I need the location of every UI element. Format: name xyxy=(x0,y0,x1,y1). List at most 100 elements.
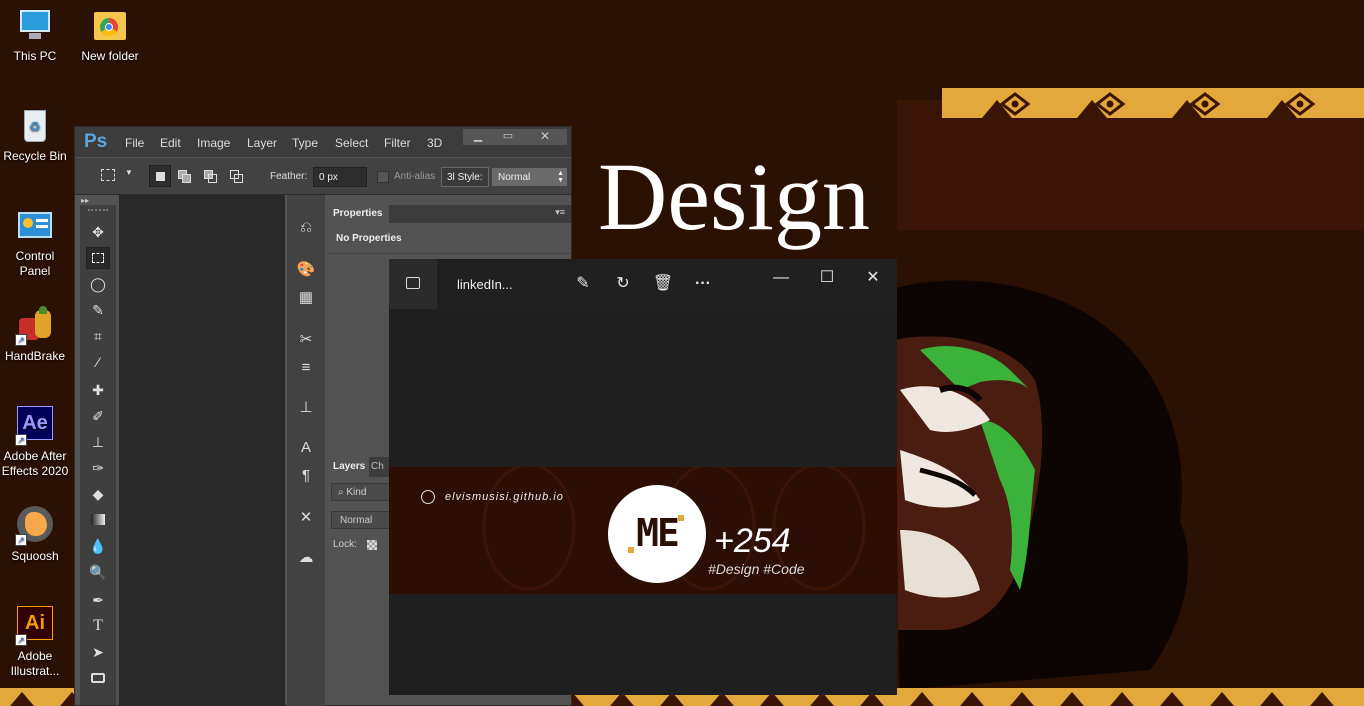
style-prefix: 3l xyxy=(447,172,455,183)
menu-select[interactable]: Select xyxy=(335,136,368,150)
path-selection-tool-icon[interactable]: ➤ xyxy=(86,641,110,663)
move-tool-icon[interactable]: ✥ xyxy=(86,221,110,243)
toolbar-grip xyxy=(88,209,108,211)
photos-app-icon-area[interactable] xyxy=(389,259,437,309)
pen-tool-icon[interactable]: ✒ xyxy=(86,589,110,611)
menu-image[interactable]: Image xyxy=(197,136,230,150)
libraries-panel-icon[interactable]: ☁ xyxy=(295,547,317,569)
style-field[interactable]: 3l Style: xyxy=(441,167,489,187)
lasso-tool-icon[interactable]: ◯ xyxy=(86,273,110,295)
wallpaper-top-band xyxy=(942,88,1364,118)
desktop-icon-recycle-bin[interactable]: ♻ Recycle Bin xyxy=(0,106,70,164)
more-options-icon[interactable]: ··· xyxy=(692,273,714,295)
globe-icon xyxy=(421,490,435,504)
eraser-tool-icon[interactable]: ◆ xyxy=(86,483,110,505)
properties-tab[interactable]: Properties xyxy=(327,205,389,223)
add-selection-button[interactable] xyxy=(175,167,193,185)
clone-stamp-tool-icon[interactable]: ⊥ xyxy=(86,431,110,453)
photoshop-canvas-area[interactable] xyxy=(119,195,285,706)
menu-layer[interactable]: Layer xyxy=(247,136,277,150)
desktop-icon-label: HandBrake xyxy=(4,349,66,363)
healing-brush-tool-icon[interactable]: ✚ xyxy=(86,379,110,401)
antialias-checkbox[interactable] xyxy=(377,171,389,183)
adjustments-panel-icon[interactable]: ≡ xyxy=(295,357,317,379)
menu-3d[interactable]: 3D xyxy=(427,136,442,150)
preset-dropdown-arrow-icon[interactable]: ▼ xyxy=(125,168,133,177)
desktop-icon-label: Recycle Bin xyxy=(3,149,67,163)
photoshop-toolbar: ✥ ◯ ✎ ⌗ ⁄ ✚ ✐ ⊥ ✑ ◆ 💧 🔍 ✒ T ➤ xyxy=(80,205,116,705)
linkedin-banner-image: elvismusisi.github.io ME +254 #Design #C… xyxy=(389,467,897,594)
desktop-icon-handbrake[interactable]: ↗ HandBrake xyxy=(0,306,70,364)
lock-transparent-pixels-icon[interactable] xyxy=(367,540,377,550)
brush-panel-icon[interactable]: ✂ xyxy=(295,329,317,351)
tool-presets-panel-icon[interactable]: ✕ xyxy=(295,507,317,529)
subtract-selection-button[interactable] xyxy=(201,167,219,185)
new-selection-button[interactable] xyxy=(149,165,171,187)
gradient-tool-icon[interactable] xyxy=(86,509,110,531)
crop-tool-icon[interactable]: ⌗ xyxy=(86,325,110,347)
eyedropper-tool-icon[interactable]: ⁄ xyxy=(86,351,110,373)
menu-filter[interactable]: Filter xyxy=(384,136,411,150)
layers-tab[interactable]: Layers xyxy=(327,457,369,477)
edit-create-icon[interactable]: ✎ xyxy=(572,273,594,295)
dodge-tool-icon[interactable]: 🔍 xyxy=(86,561,110,583)
photos-maximize-button[interactable]: ☐ xyxy=(816,267,838,289)
desktop-icon-after-effects[interactable]: Ae ↗ Adobe After Effects 2020 xyxy=(0,406,70,479)
panel-divider xyxy=(327,253,571,254)
photo-file-title: linkedIn... xyxy=(457,277,513,292)
rectangle-tool-icon[interactable] xyxy=(86,667,110,689)
menu-file[interactable]: File xyxy=(125,136,144,150)
panel-menu-icon[interactable]: ▾≡ xyxy=(555,207,565,218)
photos-close-button[interactable]: ✕ xyxy=(862,267,884,289)
paragraph-panel-icon[interactable]: ¶ xyxy=(295,465,317,487)
desktop-icon-new-folder[interactable]: New folder xyxy=(75,6,145,64)
feather-label: Feather: xyxy=(270,171,308,182)
style-label: Style: xyxy=(457,172,483,183)
logo-dot-orange xyxy=(628,547,634,553)
marquee-tool-icon[interactable] xyxy=(86,247,110,269)
menu-edit[interactable]: Edit xyxy=(160,136,181,150)
photoshop-logo: Ps xyxy=(84,131,108,152)
style-value: Normal xyxy=(498,172,531,183)
menu-type[interactable]: Type xyxy=(292,136,318,150)
this-pc-icon xyxy=(15,6,55,46)
history-panel-icon[interactable]: ⎌ xyxy=(295,217,317,239)
swatches-panel-icon[interactable]: 🎨 xyxy=(295,259,317,281)
desktop-icon-label: Adobe After Effects 2020 xyxy=(1,449,69,478)
wallpaper-panel xyxy=(897,100,1364,230)
photos-titlebar: linkedIn... ✎ ↻ 🗑 ··· — ☐ ✕ xyxy=(389,259,897,309)
wallpaper-design-title: Design xyxy=(598,143,870,250)
rotate-icon[interactable]: ↻ xyxy=(612,273,634,295)
select-arrows-icon: ▲ ▼ xyxy=(557,170,564,184)
type-tool-icon[interactable]: T xyxy=(86,615,110,637)
ps-maximize-button[interactable]: ▭ xyxy=(493,129,523,145)
desktop-icon-illustrator[interactable]: Ai ↗ Adobe Illustrat... xyxy=(0,606,70,679)
intersect-selection-button[interactable] xyxy=(227,167,245,185)
tools-collapse-icon[interactable]: ▸▸ xyxy=(81,196,89,205)
antialias-label: Anti-alias xyxy=(394,171,436,182)
history-brush-tool-icon[interactable]: ✑ xyxy=(86,457,110,479)
quick-selection-tool-icon[interactable]: ✎ xyxy=(86,299,110,321)
feather-input[interactable]: 0 px xyxy=(313,167,367,187)
brush-tool-icon[interactable]: ✐ xyxy=(86,405,110,427)
desktop-icon-label: Adobe Illustrat... xyxy=(10,649,60,678)
desktop-icon-squoosh[interactable]: ↗ Squoosh xyxy=(0,506,70,564)
ps-minimize-button[interactable]: ▁ xyxy=(463,129,493,145)
channels-tab[interactable]: Ch xyxy=(371,461,384,472)
photoshop-titlebar: Ps File Edit Image Layer Type Select Fil… xyxy=(75,127,571,157)
marquee-tool-preset-icon[interactable] xyxy=(101,169,115,181)
after-effects-icon: Ae ↗ xyxy=(15,406,55,446)
grid-panel-icon[interactable]: ▦ xyxy=(295,287,317,309)
desktop-icon-control-panel[interactable]: Control Panel xyxy=(0,206,70,279)
character-panel-icon[interactable]: A xyxy=(295,437,317,459)
photos-minimize-button[interactable]: — xyxy=(770,267,792,289)
clone-source-panel-icon[interactable]: ⊥ xyxy=(295,397,317,419)
style-select[interactable]: Normal ▲ ▼ xyxy=(491,167,568,187)
photos-viewer-window: linkedIn... ✎ ↻ 🗑 ··· — ☐ ✕ elvismusisi.… xyxy=(389,259,897,695)
recycle-bin-icon: ♻ xyxy=(15,106,55,146)
search-icon: ⌕ xyxy=(338,487,344,498)
desktop-icon-this-pc[interactable]: This PC xyxy=(0,6,70,64)
ps-close-button[interactable]: ✕ xyxy=(523,129,567,145)
blur-tool-icon[interactable]: 💧 xyxy=(86,535,110,557)
delete-icon[interactable]: 🗑 xyxy=(652,273,674,295)
